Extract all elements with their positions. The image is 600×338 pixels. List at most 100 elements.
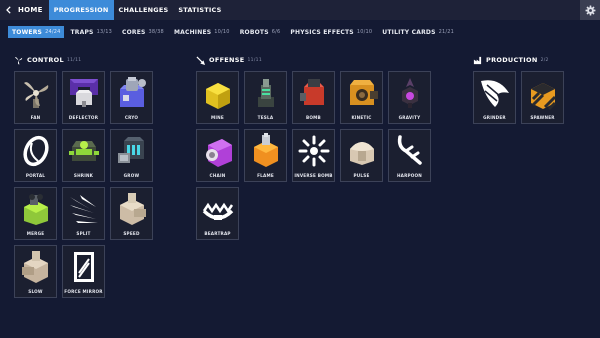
tower-label: HARPOON [396, 173, 423, 178]
subtab-count: 24/24 [45, 29, 61, 35]
merge-icon [23, 194, 48, 225]
tower-card-bomb[interactable]: BOMB [292, 71, 335, 124]
tab-challenges[interactable]: CHALLENGES [114, 0, 174, 20]
pulse-icon [349, 142, 374, 165]
tower-card-flame[interactable]: FLAME [244, 129, 287, 182]
tower-card-beartrap[interactable]: BEARTRAP [196, 187, 239, 240]
subtab-cores[interactable]: CORES 38/38 [118, 26, 168, 38]
subtab-traps[interactable]: TRAPS 13/13 [66, 26, 116, 38]
harpoon-icon [397, 135, 422, 165]
flame-icon [253, 133, 278, 167]
tower-label: PULSE [353, 173, 370, 178]
tower-label: MERGE [26, 231, 45, 236]
tower-card-pulse[interactable]: PULSE [340, 129, 383, 182]
tower-label: GROW [123, 173, 140, 178]
subtab-label: ROBOTS [239, 28, 269, 36]
tower-label: FLAME [257, 173, 274, 178]
tesla-icon [257, 79, 274, 107]
tower-label: SLOW [28, 289, 43, 294]
tower-label: DEFLECTOR [68, 115, 99, 120]
back-arrow-icon [6, 6, 11, 14]
offense-section: OFFENSE 11/11 MINE TESLA BOMB KINETIC GR… [196, 55, 431, 240]
tower-card-cryo[interactable]: CRYO [110, 71, 153, 124]
tower-card-shrink[interactable]: SHRINK [62, 129, 105, 182]
subtab-robots[interactable]: ROBOTS 6/6 [236, 26, 285, 38]
production-section: PRODUCTION 2/2 GRINDER SPAWNER [473, 55, 564, 124]
tower-card-harpoon[interactable]: HARPOON [388, 129, 431, 182]
subtab-utility-cards[interactable]: UTILITY CARDS 21/21 [378, 26, 458, 38]
tower-label: FORCE MIRROR [64, 289, 103, 294]
tower-label: SHRINK [73, 173, 94, 178]
subtab-label: PHYSICS EFFECTS [290, 28, 354, 36]
tower-card-force-mirror[interactable]: FORCE MIRROR [62, 245, 105, 298]
cryo-icon [119, 77, 146, 107]
split-icon [69, 195, 98, 223]
tower-label: INVERSE BOMB [294, 173, 333, 178]
tower-card-kinetic[interactable]: KINETIC [340, 71, 383, 124]
tab-statistics[interactable]: STATISTICS [173, 0, 226, 20]
tower-card-mine[interactable]: MINE [196, 71, 239, 124]
subtab-label: UTILITY CARDS [382, 28, 436, 36]
tower-card-portal[interactable]: PORTAL [14, 129, 57, 182]
subtab-physics-effects[interactable]: PHYSICS EFFECTS 10/10 [286, 26, 376, 38]
tower-label: CRYO [124, 115, 139, 120]
tower-label: FAN [30, 115, 41, 120]
sword-icon [196, 55, 205, 65]
spawner-icon [530, 83, 556, 111]
home-button[interactable]: HOME [0, 0, 49, 20]
shrink-icon [68, 141, 99, 161]
subtab-machines[interactable]: MACHINES 10/10 [170, 26, 234, 38]
section-header: OFFENSE 11/11 [196, 55, 431, 65]
section-count: 11/11 [66, 57, 82, 63]
tower-card-grow[interactable]: GROW [110, 129, 153, 182]
section-title: PRODUCTION [486, 56, 538, 64]
tower-card-fan[interactable]: FAN [14, 71, 57, 124]
tower-label: TESLA [257, 115, 274, 120]
section-title: OFFENSE [209, 56, 245, 64]
section-header: PRODUCTION 2/2 [473, 55, 564, 65]
deflector-icon [69, 79, 98, 107]
subtab-label: TRAPS [70, 28, 94, 36]
tower-card-merge[interactable]: MERGE [14, 187, 57, 240]
tower-card-slow[interactable]: SLOW [14, 245, 57, 298]
section-count: 11/11 [247, 57, 262, 63]
mine-icon [205, 83, 230, 109]
control-section: CONTROL 11/11 FAN DEFLECTOR CRYO PORTAL … [14, 55, 153, 298]
tower-card-grinder[interactable]: GRINDER [473, 71, 516, 124]
tower-card-inverse-bomb[interactable]: INVERSE BOMB [292, 129, 335, 182]
category-tabs: TOWERS 24/24 TRAPS 13/13 CORES 38/38 MACHIN… [8, 26, 460, 38]
subtab-label: CORES [121, 28, 146, 36]
tower-card-chain[interactable]: CHAIN [196, 129, 239, 182]
subtab-towers[interactable]: TOWERS 24/24 [8, 26, 65, 38]
beartrap-icon [202, 202, 233, 220]
tower-card-deflector[interactable]: DEFLECTOR [62, 71, 105, 124]
subtab-count: 10/10 [356, 29, 373, 35]
tower-card-split[interactable]: SPLIT [62, 187, 105, 240]
portal-icon [22, 135, 49, 167]
fan-icon [23, 82, 48, 108]
settings-button[interactable] [580, 0, 600, 20]
tower-label: CHAIN [209, 173, 226, 178]
tower-label: SPLIT [76, 231, 91, 236]
tower-label: SPEED [123, 231, 140, 236]
tower-label: SPAWNER [530, 115, 555, 120]
fan-icon [14, 56, 23, 65]
chain-icon [205, 139, 232, 167]
slow-icon [21, 251, 48, 283]
factory-icon [473, 56, 482, 64]
subtab-count: 38/38 [148, 29, 164, 35]
grinder-icon [480, 80, 509, 107]
tower-card-gravity[interactable]: GRAVITY [388, 71, 431, 124]
gravity-icon [401, 78, 418, 108]
tower-card-tesla[interactable]: TESLA [244, 71, 287, 124]
grow-icon [117, 137, 144, 163]
subtab-count: 21/21 [438, 29, 455, 35]
tower-label: GRINDER [483, 115, 506, 120]
tower-label: GRAVITY [398, 115, 421, 120]
tower-card-speed[interactable]: SPEED [110, 187, 153, 240]
tower-card-spawner[interactable]: SPAWNER [521, 71, 564, 124]
tower-label: MINE [211, 115, 224, 120]
tab-progression[interactable]: PROGRESSION [48, 0, 114, 20]
tower-label: BEARTRAP [204, 231, 231, 236]
top-navigation-bar: HOME PROGRESSION CHALLENGES STATISTICS [0, 0, 600, 20]
